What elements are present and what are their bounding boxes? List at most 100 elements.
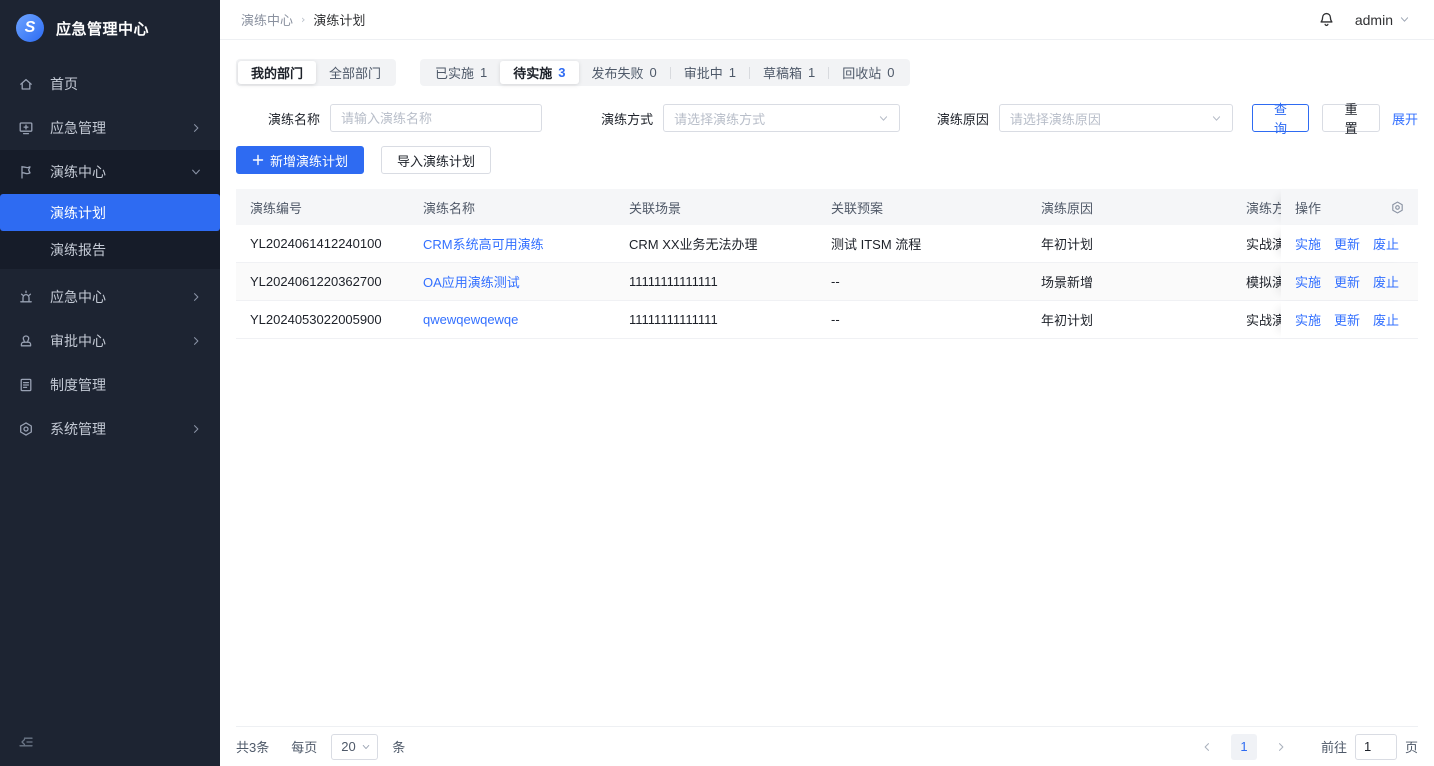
cell-method: 实战演练 bbox=[1232, 310, 1281, 329]
gear-icon bbox=[18, 421, 34, 437]
per-page-label: 每页 bbox=[291, 737, 317, 756]
col-plan: 关联预案 bbox=[817, 198, 1027, 217]
breadcrumb-separator: › bbox=[301, 13, 305, 26]
page-number-button[interactable]: 1 bbox=[1231, 734, 1257, 760]
tab-recycle-bin[interactable]: 回收站 0 bbox=[829, 61, 907, 84]
page-content: 我的部门 全部部门 已实施 1 待实施 3 bbox=[220, 40, 1434, 766]
sidebar-item-drill-report[interactable]: 演练报告 bbox=[0, 231, 220, 269]
sidebar-item-emergency-mgmt[interactable]: 应急管理 bbox=[0, 106, 220, 150]
update-link[interactable]: 更新 bbox=[1334, 310, 1360, 329]
abolish-link[interactable]: 废止 bbox=[1373, 234, 1399, 253]
sidebar-item-approval-center[interactable]: 审批中心 bbox=[0, 319, 220, 363]
implement-link[interactable]: 实施 bbox=[1295, 272, 1321, 291]
prev-page-button[interactable] bbox=[1195, 734, 1219, 760]
action-buttons-row: 新增演练计划 导入演练计划 bbox=[236, 146, 1418, 174]
update-link[interactable]: 更新 bbox=[1334, 234, 1360, 253]
sidebar-item-emergency-center[interactable]: 应急中心 bbox=[0, 275, 220, 319]
drill-name-link[interactable]: qwewqewqewqe bbox=[423, 312, 518, 327]
drill-name-link[interactable]: CRM系统高可用演练 bbox=[423, 237, 544, 252]
sidebar-footer bbox=[0, 718, 220, 766]
tab-publish-failed[interactable]: 发布失败 0 bbox=[579, 61, 670, 84]
total-count: 共3条 bbox=[236, 737, 269, 756]
next-page-button[interactable] bbox=[1269, 734, 1293, 760]
drill-method-select[interactable]: 请选择演练方式 bbox=[663, 104, 900, 132]
drill-method-label: 演练方式 bbox=[601, 109, 653, 128]
bell-icon[interactable] bbox=[1318, 11, 1335, 28]
abolish-link[interactable]: 废止 bbox=[1373, 310, 1399, 329]
table-row[interactable]: YL2024061412240100 CRM系统高可用演练 CRM XX业务无法… bbox=[236, 225, 1418, 263]
table-row[interactable]: YL2024053022005900 qwewqewqewqe 11111111… bbox=[236, 301, 1418, 339]
drill-name-input[interactable] bbox=[330, 104, 542, 132]
chevron-right-icon bbox=[190, 122, 202, 134]
drill-name-label: 演练名称 bbox=[268, 109, 320, 128]
sidebar-item-system-mgmt[interactable]: 系统管理 bbox=[0, 407, 220, 451]
select-placeholder: 请选择演练方式 bbox=[674, 109, 878, 128]
import-drill-plan-button[interactable]: 导入演练计划 bbox=[381, 146, 491, 174]
sidebar-item-label: 系统管理 bbox=[50, 419, 190, 439]
cell-actions: 实施 更新 废止 bbox=[1281, 225, 1418, 262]
cell-scene: 11111111111111 bbox=[615, 274, 817, 289]
tab-implemented[interactable]: 已实施 1 bbox=[422, 61, 500, 84]
tab-label: 全部部门 bbox=[329, 63, 381, 82]
table-header: 演练编号 演练名称 关联场景 关联预案 演练原因 演练方式 操作 bbox=[236, 189, 1418, 225]
sidebar-item-policy-mgmt[interactable]: 制度管理 bbox=[0, 363, 220, 407]
collapse-sidebar-icon[interactable] bbox=[18, 734, 34, 750]
chevron-down-icon bbox=[361, 742, 371, 752]
breadcrumb-parent[interactable]: 演练中心 bbox=[241, 10, 293, 29]
chevron-right-icon bbox=[190, 423, 202, 435]
sidebar-item-drill-center[interactable]: 演练中心 bbox=[0, 150, 220, 194]
goto-page-input[interactable] bbox=[1355, 734, 1397, 760]
column-settings-icon[interactable] bbox=[1390, 200, 1405, 215]
sidebar-item-label: 演练计划 bbox=[50, 203, 106, 223]
tab-label: 回收站 bbox=[842, 63, 881, 82]
tab-drafts[interactable]: 草稿箱 1 bbox=[750, 61, 828, 84]
pagination-left: 共3条 每页 20 条 bbox=[236, 734, 405, 760]
sidebar-header: S 应急管理中心 bbox=[0, 0, 220, 56]
col-drill-id: 演练编号 bbox=[236, 198, 409, 217]
tab-label: 已实施 bbox=[435, 63, 474, 82]
chevron-down-icon bbox=[1211, 113, 1222, 124]
drill-name-link[interactable]: OA应用演练测试 bbox=[423, 275, 520, 290]
tab-pending[interactable]: 待实施 3 bbox=[500, 61, 578, 84]
search-button[interactable]: 查询 bbox=[1252, 104, 1310, 132]
cell-actions: 实施 更新 废止 bbox=[1281, 301, 1418, 338]
sidebar-item-home[interactable]: 首页 bbox=[0, 62, 220, 106]
select-placeholder: 请选择演练原因 bbox=[1010, 109, 1211, 128]
tab-in-approval[interactable]: 审批中 1 bbox=[671, 61, 749, 84]
sidebar-item-label: 应急管理 bbox=[50, 118, 190, 138]
tab-all-departments[interactable]: 全部部门 bbox=[316, 61, 394, 84]
sidebar-group-drill-center: 演练中心 演练计划 演练报告 bbox=[0, 150, 220, 269]
abolish-link[interactable]: 废止 bbox=[1373, 272, 1399, 291]
add-drill-plan-button[interactable]: 新增演练计划 bbox=[236, 146, 364, 174]
sidebar-item-drill-plan[interactable]: 演练计划 bbox=[0, 194, 220, 231]
topbar-right: admin bbox=[1318, 11, 1410, 28]
main-area: 演练中心 › 演练计划 admin 我的部门 全部部门 bbox=[220, 0, 1434, 766]
reset-button[interactable]: 重置 bbox=[1322, 104, 1380, 132]
expand-filters-link[interactable]: 展开 bbox=[1392, 109, 1418, 128]
cell-plan: -- bbox=[817, 274, 1027, 289]
app-window: S 应急管理中心 首页 应急管理 bbox=[0, 0, 1434, 766]
tab-count: 1 bbox=[729, 65, 736, 80]
implement-link[interactable]: 实施 bbox=[1295, 310, 1321, 329]
flag-icon bbox=[18, 164, 34, 180]
cell-reason: 场景新增 bbox=[1027, 272, 1232, 291]
update-link[interactable]: 更新 bbox=[1334, 272, 1360, 291]
drill-reason-select[interactable]: 请选择演练原因 bbox=[999, 104, 1233, 132]
chevron-right-icon bbox=[190, 291, 202, 303]
content-spacer bbox=[236, 339, 1418, 726]
col-actions: 操作 bbox=[1281, 189, 1418, 225]
page-size-value: 20 bbox=[341, 739, 355, 754]
tab-label: 发布失败 bbox=[592, 63, 644, 82]
cell-plan: 测试 ITSM 流程 bbox=[817, 234, 1027, 253]
tab-label: 待实施 bbox=[513, 63, 552, 82]
implement-link[interactable]: 实施 bbox=[1295, 234, 1321, 253]
page-size-select[interactable]: 20 bbox=[331, 734, 378, 760]
filter-row: 演练名称 演练方式 请选择演练方式 演练原因 请选择演练原因 查询 重置 展开 bbox=[236, 104, 1418, 132]
cell-plan: -- bbox=[817, 312, 1027, 327]
cell-scene: CRM XX业务无法办理 bbox=[615, 234, 817, 253]
table-row[interactable]: YL2024061220362700 OA应用演练测试 111111111111… bbox=[236, 263, 1418, 301]
cell-method: 模拟演练 bbox=[1232, 272, 1281, 291]
tab-my-department[interactable]: 我的部门 bbox=[238, 61, 316, 84]
cell-reason: 年初计划 bbox=[1027, 310, 1232, 329]
user-menu[interactable]: admin bbox=[1355, 12, 1410, 28]
